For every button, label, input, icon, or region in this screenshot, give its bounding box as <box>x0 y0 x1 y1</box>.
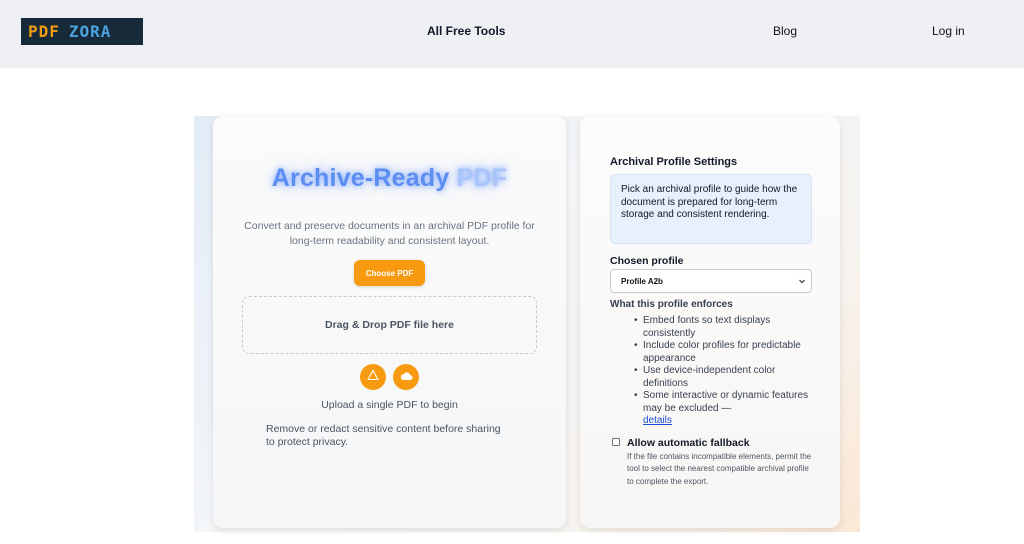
list-item: Use device-independent color definitions <box>634 365 813 390</box>
list-item: Include color profiles for predictable a… <box>634 340 813 365</box>
upload-option-a-button[interactable] <box>360 364 386 390</box>
dropzone-label: Drag & Drop PDF file here <box>325 319 454 331</box>
privacy-note: Remove or redact sensitive content befor… <box>266 423 501 448</box>
top-navigation-bar: PDF ZORA All Free Tools Blog Log in <box>0 0 1024 68</box>
cloud-icon <box>400 368 413 386</box>
warning-triangle-icon <box>367 368 379 386</box>
page-title-suffix: PDF <box>456 164 508 192</box>
settings-title: Archival Profile Settings <box>610 156 738 168</box>
nav-blog[interactable]: Blog <box>773 24 797 38</box>
upload-hint: Upload a single PDF to begin <box>321 399 458 411</box>
fallback-label[interactable]: Allow automatic fallback <box>627 437 750 449</box>
pdf-dropzone[interactable]: Drag & Drop PDF file here <box>242 296 537 354</box>
fallback-help-text: If the file contains incompatible elemen… <box>627 452 812 486</box>
list-item: Some interactive or dynamic features may… <box>634 390 813 428</box>
enforces-label: What this profile enforces <box>610 299 733 310</box>
choose-pdf-button[interactable]: Choose PDF <box>354 260 425 286</box>
chevron-down-icon <box>798 277 806 287</box>
settings-info-box: Pick an archival profile to guide how th… <box>610 174 812 244</box>
profile-select[interactable]: Profile A2b <box>610 269 812 293</box>
nav-log-in[interactable]: Log in <box>932 24 965 38</box>
nav-all-free-tools[interactable]: All Free Tools <box>427 24 505 38</box>
details-link[interactable]: details <box>643 415 672 426</box>
fallback-checkbox[interactable] <box>612 438 620 446</box>
logo-text-zora: ZORA <box>68 22 112 41</box>
rule-text: Some interactive or dynamic features may… <box>643 390 809 414</box>
brand-logo[interactable]: PDF ZORA <box>21 18 143 45</box>
page-title-main: Archive-Ready <box>271 164 450 192</box>
page-description: Convert and preserve documents in an arc… <box>244 220 535 247</box>
page-title: Archive-Ready PDF <box>213 164 566 193</box>
enforced-rules-list: Embed fonts so text displays consistentl… <box>634 315 813 428</box>
logo-text-pdf: PDF <box>28 22 60 41</box>
chosen-profile-label: Chosen profile <box>610 255 684 267</box>
upload-option-b-button[interactable] <box>393 364 419 390</box>
list-item: Embed fonts so text displays consistentl… <box>634 315 813 340</box>
profile-select-value: Profile A2b <box>621 276 663 286</box>
